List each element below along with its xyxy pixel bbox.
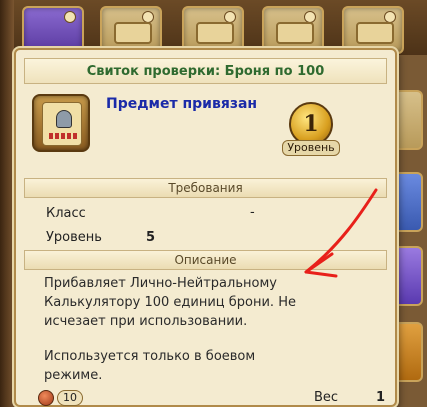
req-level-value: 5	[146, 230, 156, 245]
description-line: Прибавляет Лично-Нейтральному	[44, 276, 277, 291]
inventory-slot[interactable]	[22, 6, 84, 54]
req-class-label: Класс	[46, 206, 86, 221]
description-line: Калькулятору 100 единиц брони. Не	[44, 295, 296, 310]
req-class-value: -	[250, 205, 255, 220]
inventory-slot[interactable]	[262, 6, 324, 54]
scroll-icon	[42, 102, 82, 146]
description-line: режиме.	[44, 368, 103, 383]
scroll-icon	[356, 22, 394, 44]
requirements-header: Требования	[24, 178, 387, 198]
item-bound-label: Предмет привязан	[106, 96, 258, 112]
item-tooltip: Свиток проверки: Броня по 100 Предмет пр…	[14, 48, 397, 407]
coin-icon	[38, 390, 54, 406]
inventory-slot[interactable]	[182, 6, 244, 54]
price-value: 10	[57, 390, 83, 406]
description-header: Описание	[24, 250, 387, 270]
req-level-label: Уровень	[46, 230, 102, 245]
scroll-icon	[276, 22, 314, 44]
description-line: исчезает при использовании.	[44, 314, 248, 329]
scroll-icon	[114, 22, 152, 44]
scroll-icon	[196, 22, 234, 44]
scroll-ribbon	[49, 133, 79, 139]
weight-value: 1	[376, 390, 386, 405]
level-badge-label: Уровень	[282, 140, 340, 156]
item-scroll-icon	[32, 94, 90, 152]
item-title: Свиток проверки: Броня по 100	[24, 58, 387, 84]
frame-left-edge	[0, 0, 14, 407]
helmet-icon	[56, 110, 72, 128]
lock-icon	[64, 11, 76, 23]
weight-label: Вес	[314, 390, 339, 405]
inventory-slot[interactable]	[100, 6, 162, 54]
description-line: Используется только в боевом	[44, 349, 256, 364]
inventory-slot[interactable]	[342, 6, 404, 54]
price: 10	[38, 389, 83, 407]
